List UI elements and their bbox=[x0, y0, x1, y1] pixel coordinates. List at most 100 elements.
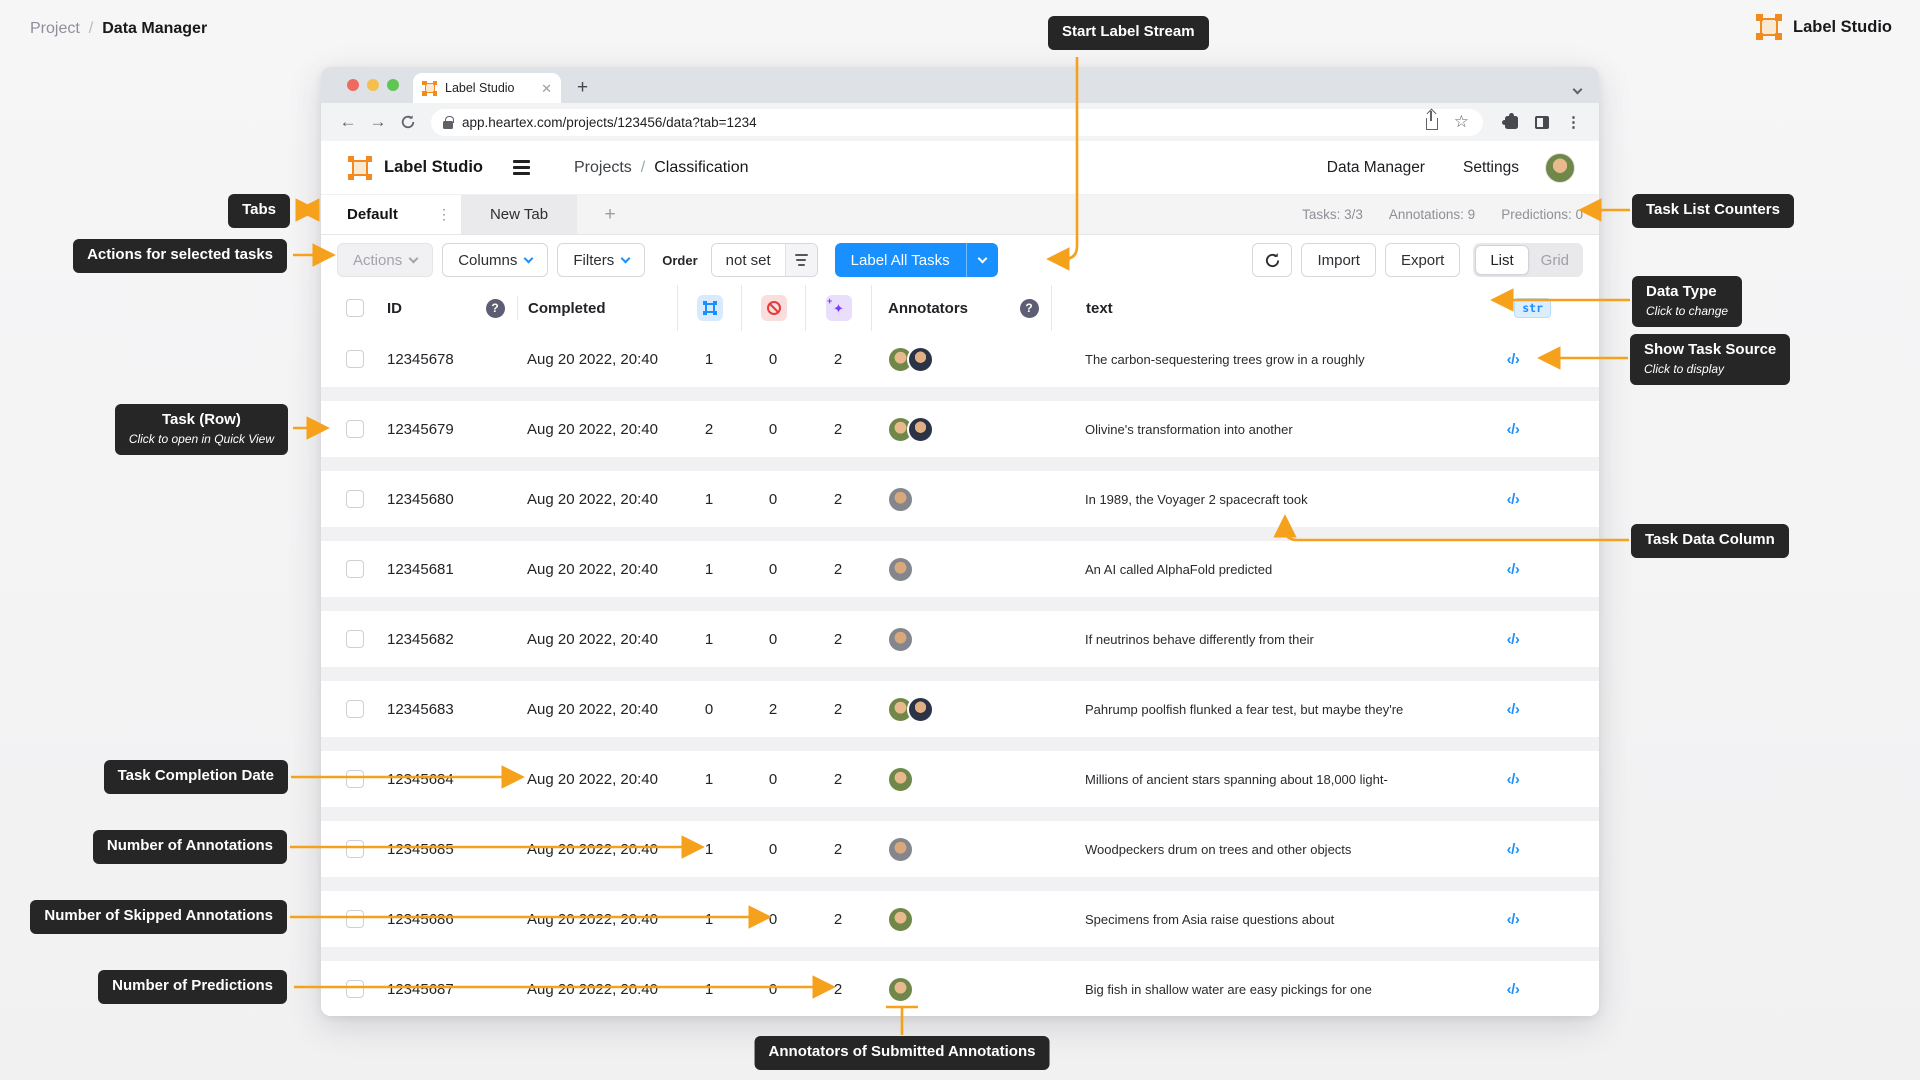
bookmark-star-icon[interactable]: ☆ bbox=[1454, 112, 1469, 132]
table-row[interactable]: 12345686 Aug 20 2022, 20:40 1 0 2 Specim… bbox=[321, 891, 1599, 947]
sort-icon[interactable] bbox=[784, 244, 817, 276]
row-checkbox[interactable] bbox=[346, 630, 364, 648]
reload-icon[interactable] bbox=[395, 112, 421, 132]
breadcrumb-project[interactable]: Project bbox=[30, 20, 80, 38]
show-source-icon[interactable]: ‹/› bbox=[1507, 981, 1520, 998]
share-icon[interactable] bbox=[1425, 111, 1438, 130]
annotator-avatar[interactable] bbox=[907, 415, 934, 443]
row-checkbox[interactable] bbox=[346, 420, 364, 438]
predictions-count: 2 bbox=[833, 910, 843, 928]
show-source-icon[interactable]: ‹/› bbox=[1507, 911, 1520, 928]
annotator-avatar[interactable] bbox=[887, 555, 914, 583]
view-list-button[interactable]: List bbox=[1475, 245, 1529, 275]
hamburger-menu-icon[interactable] bbox=[509, 156, 534, 179]
minimize-window-button[interactable] bbox=[367, 79, 379, 91]
show-source-icon[interactable]: ‹/› bbox=[1507, 631, 1520, 648]
row-checkbox[interactable] bbox=[346, 770, 364, 788]
annotations-count: 1 bbox=[704, 350, 714, 368]
show-source-icon[interactable]: ‹/› bbox=[1507, 771, 1520, 788]
predictions-count: 2 bbox=[833, 980, 843, 998]
show-source-icon[interactable]: ‹/› bbox=[1507, 421, 1520, 438]
row-checkbox[interactable] bbox=[346, 840, 364, 858]
browser-menu-icon[interactable]: ⋮ bbox=[1566, 113, 1581, 131]
annotator-avatar[interactable] bbox=[907, 345, 934, 373]
select-all-checkbox[interactable] bbox=[346, 299, 364, 317]
skipped-column-icon[interactable] bbox=[760, 295, 787, 321]
export-button[interactable]: Export bbox=[1384, 243, 1461, 277]
nav-settings[interactable]: Settings bbox=[1463, 159, 1519, 177]
row-checkbox[interactable] bbox=[346, 560, 364, 578]
columns-button[interactable]: Columns bbox=[442, 243, 549, 277]
table-row[interactable]: 12345682 Aug 20 2022, 20:40 1 0 2 If neu… bbox=[321, 611, 1599, 667]
show-source-icon[interactable]: ‹/› bbox=[1507, 701, 1520, 718]
close-tab-icon[interactable]: ✕ bbox=[541, 82, 552, 95]
url-text[interactable]: app.heartex.com/projects/123456/data?tab… bbox=[462, 115, 1417, 130]
row-checkbox[interactable] bbox=[346, 910, 364, 928]
refresh-button[interactable] bbox=[1252, 243, 1293, 277]
extensions-puzzle-icon[interactable] bbox=[1502, 112, 1518, 129]
browser-tab[interactable]: Label Studio ✕ bbox=[413, 73, 561, 103]
annotator-avatar[interactable] bbox=[887, 485, 914, 513]
table-row[interactable]: 12345679 Aug 20 2022, 20:40 2 0 2 Olivin… bbox=[321, 401, 1599, 457]
close-window-button[interactable] bbox=[347, 79, 359, 91]
label-all-tasks-button[interactable]: Label All Tasks bbox=[834, 243, 998, 277]
add-tab-button[interactable]: + bbox=[577, 195, 643, 234]
user-avatar[interactable] bbox=[1545, 152, 1575, 183]
address-bar[interactable]: app.heartex.com/projects/123456/data?tab… bbox=[431, 108, 1483, 136]
table-row[interactable]: 12345685 Aug 20 2022, 20:40 1 0 2 Woodpe… bbox=[321, 821, 1599, 877]
show-source-icon[interactable]: ‹/› bbox=[1507, 561, 1520, 578]
tab-menu-icon[interactable]: ⋮ bbox=[437, 206, 451, 223]
predictions-column-icon[interactable]: ✦ bbox=[825, 295, 852, 321]
predictions-count: 2 bbox=[833, 630, 843, 648]
label-all-tasks-chevron[interactable] bbox=[965, 243, 998, 277]
data-type-badge[interactable]: str bbox=[1514, 297, 1551, 319]
tab-new-tab[interactable]: New Tab bbox=[461, 195, 577, 234]
column-header-id[interactable]: ID bbox=[377, 300, 473, 317]
forward-icon[interactable]: → bbox=[365, 112, 391, 132]
column-header-annotators[interactable]: Annotators bbox=[871, 285, 1007, 331]
annotator-avatar[interactable] bbox=[887, 765, 914, 793]
import-button[interactable]: Import bbox=[1301, 243, 1376, 277]
row-checkbox[interactable] bbox=[346, 700, 364, 718]
new-tab-button[interactable]: + bbox=[561, 73, 604, 103]
nav-data-manager[interactable]: Data Manager bbox=[1327, 159, 1425, 177]
column-header-completed[interactable]: Completed bbox=[517, 296, 677, 320]
annotator-avatar[interactable] bbox=[887, 905, 914, 933]
order-field[interactable]: not set bbox=[710, 243, 818, 277]
annotators-cell bbox=[871, 765, 1007, 793]
annotator-avatar[interactable] bbox=[907, 695, 934, 723]
actions-button[interactable]: Actions bbox=[337, 243, 434, 277]
view-grid-button[interactable]: Grid bbox=[1529, 252, 1581, 269]
show-source-icon[interactable]: ‹/› bbox=[1507, 351, 1520, 368]
task-completed-date: Aug 20 2022, 20:40 bbox=[527, 560, 658, 578]
row-checkbox[interactable] bbox=[346, 980, 364, 998]
table-row[interactable]: 12345683 Aug 20 2022, 20:40 0 2 2 Pahrum… bbox=[321, 681, 1599, 737]
help-icon[interactable]: ? bbox=[1019, 298, 1039, 318]
annotations-column-icon[interactable] bbox=[696, 295, 723, 321]
annotator-avatar[interactable] bbox=[887, 975, 914, 1003]
tab-default[interactable]: Default ⋮ bbox=[321, 195, 461, 234]
table-row[interactable]: 12345687 Aug 20 2022, 20:40 1 0 2 Big fi… bbox=[321, 961, 1599, 1016]
table-row[interactable]: 12345680 Aug 20 2022, 20:40 1 0 2 In 198… bbox=[321, 471, 1599, 527]
ssl-lock-icon[interactable] bbox=[443, 115, 454, 129]
row-checkbox[interactable] bbox=[346, 490, 364, 508]
show-source-icon[interactable]: ‹/› bbox=[1507, 491, 1520, 508]
table-row[interactable]: 12345681 Aug 20 2022, 20:40 1 0 2 An AI … bbox=[321, 541, 1599, 597]
row-checkbox[interactable] bbox=[346, 350, 364, 368]
tab-list-chevron-icon[interactable] bbox=[1572, 80, 1583, 98]
back-icon[interactable]: ← bbox=[335, 112, 361, 132]
table-row[interactable]: 12345678 Aug 20 2022, 20:40 1 0 2 The ca… bbox=[321, 331, 1599, 387]
help-icon[interactable]: ? bbox=[485, 298, 505, 318]
app-logo[interactable]: Label Studio bbox=[348, 155, 483, 180]
zoom-window-button[interactable] bbox=[387, 79, 399, 91]
annotator-avatar[interactable] bbox=[887, 835, 914, 863]
side-panel-icon[interactable] bbox=[1535, 115, 1549, 129]
column-header-text[interactable]: text bbox=[1051, 285, 1439, 331]
show-source-icon[interactable]: ‹/› bbox=[1507, 841, 1520, 858]
table-row[interactable]: 12345684 Aug 20 2022, 20:40 1 0 2 Millio… bbox=[321, 751, 1599, 807]
annotator-avatar[interactable] bbox=[887, 625, 914, 653]
order-value[interactable]: not set bbox=[711, 244, 785, 276]
app-breadcrumb-projects[interactable]: Projects bbox=[574, 159, 632, 177]
annotators-cell bbox=[871, 835, 1007, 863]
filters-button[interactable]: Filters bbox=[557, 243, 646, 277]
